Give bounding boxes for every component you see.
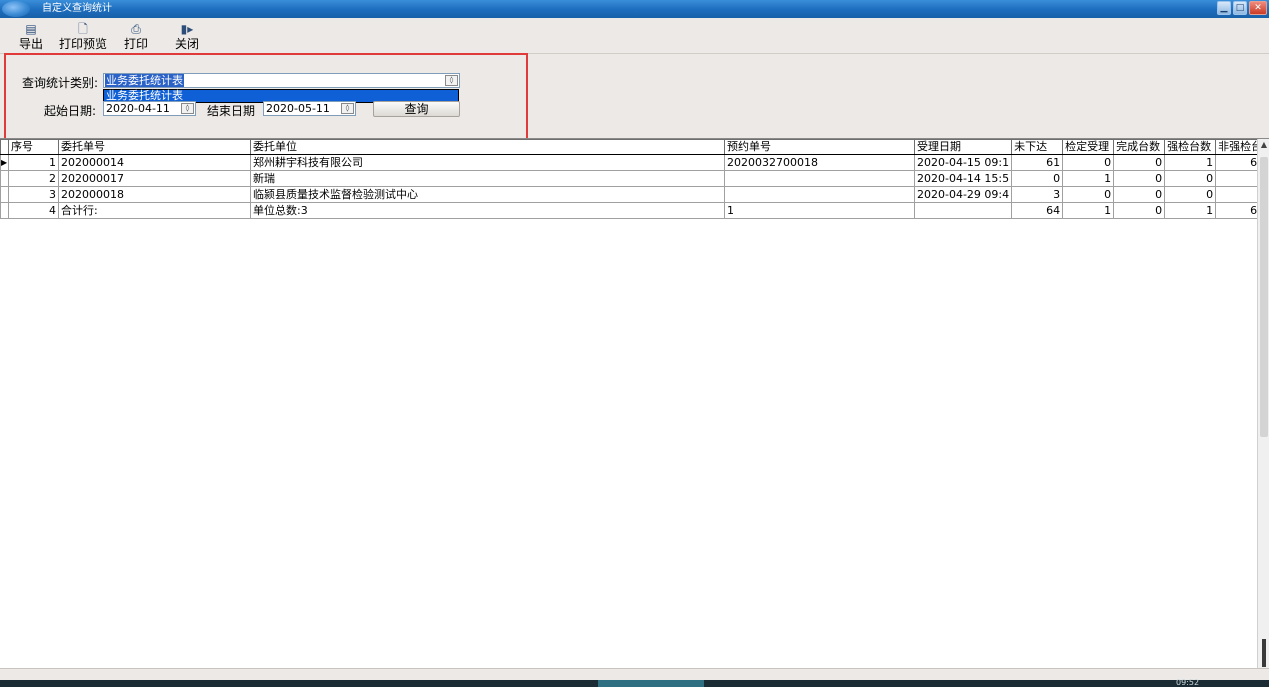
cell-verify-accept[interactable]: 0 [1062,154,1115,171]
start-date-input[interactable]: 2020-04-11 ◊ [103,101,196,116]
cell-mandatory[interactable]: 0 [1164,186,1217,203]
cell-booking-no[interactable] [724,170,915,187]
column-header[interactable]: 检定受理 [1062,139,1115,155]
row-pointer-icon: ▶ [0,154,9,171]
column-header[interactable]: 委托单号 [58,139,251,155]
cell-order-no[interactable]: 202000018 [58,186,251,203]
column-header[interactable]: 未下达 [1011,139,1064,155]
row-indicator [0,170,9,187]
table-row[interactable]: 3 202000018 临颍县质量技术监督检验测试中心 2020-04-29 0… [0,186,1268,203]
column-header[interactable]: 委托单位 [250,139,725,155]
status-bar [0,668,1269,680]
dropdown-arrow-icon[interactable]: ◊ [445,75,458,86]
cell-completed[interactable]: 0 [1113,170,1166,187]
cell-index[interactable]: 4 [8,202,59,219]
cell-verify-accept[interactable]: 1 [1062,202,1115,219]
cell-order-no[interactable]: 202000014 [58,154,251,171]
cell-pending[interactable]: 3 [1011,186,1064,203]
resize-grip-icon[interactable] [1262,639,1266,667]
cell-index[interactable]: 3 [8,186,59,203]
category-select[interactable]: 业务委托统计表 ◊ [103,73,460,88]
exit-door-icon: ▮▸ [180,22,194,36]
toolbar: ▤ 导出 🗋 打印预览 ⎙ 打印 ▮▸ 关闭 [0,18,1269,54]
cell-client[interactable]: 新瑞 [250,170,725,187]
cell-booking-no[interactable] [724,186,915,203]
print-preview-icon: 🗋 [78,22,88,36]
print-button[interactable]: ⎙ 打印 [122,22,150,51]
export-icon: ▤ [25,22,37,36]
category-selected-value: 业务委托统计表 [105,74,184,87]
cell-mandatory[interactable]: 1 [1164,154,1217,171]
table-row[interactable]: ▶ 1 202000014 郑州耕宇科技有限公司 2020032700018 2… [0,154,1268,171]
cell-pending[interactable]: 64 [1011,202,1064,219]
cell-pending[interactable]: 61 [1011,154,1064,171]
close-button[interactable]: ▮▸ 关闭 [173,22,201,51]
export-button[interactable]: ▤ 导出 [18,22,44,51]
cell-accept-date[interactable]: 2020-04-15 09:1 [913,154,1013,171]
window-title: 自定义查询统计 [42,3,112,14]
close-window-button[interactable]: ✕ [1249,1,1267,15]
data-grid: 序号 委托单号 委托单位 预约单号 受理日期 未下达 检定受理 完成台数 强检台… [0,138,1269,669]
end-date-input[interactable]: 2020-05-11 ◊ [263,101,356,116]
cell-completed[interactable]: 0 [1113,186,1166,203]
query-button[interactable]: 查询 [373,101,460,117]
end-date-value: 2020-05-11 [266,102,330,115]
column-header[interactable]: 预约单号 [724,139,915,155]
cell-client[interactable]: 单位总数:3 [250,202,725,219]
printer-icon: ⎙ [131,22,141,36]
cell-accept-date[interactable] [913,202,1013,219]
row-indicator [0,186,9,203]
cell-client[interactable]: 临颍县质量技术监督检验测试中心 [250,186,725,203]
row-indicator [0,202,9,219]
cell-order-no[interactable]: 202000017 [58,170,251,187]
export-label: 导出 [18,37,43,51]
minimize-button[interactable]: ▁ [1217,1,1231,15]
taskbar-clock: 09:52 [1176,678,1200,687]
end-date-spin-icon[interactable]: ◊ [341,103,354,114]
column-header[interactable]: 强检台数 [1164,139,1217,155]
print-preview-button[interactable]: 🗋 打印预览 [58,22,108,51]
print-preview-label: 打印预览 [58,37,107,51]
taskbar: 09:52 [0,678,1269,687]
print-label: 打印 [123,37,148,51]
column-header[interactable]: 完成台数 [1113,139,1166,155]
cell-booking-no[interactable]: 2020032700018 [724,154,915,171]
row-indicator-header [0,139,9,155]
column-header[interactable]: 受理日期 [913,139,1013,155]
table-header-row: 序号 委托单号 委托单位 预约单号 受理日期 未下达 检定受理 完成台数 强检台… [0,139,1268,155]
cell-index[interactable]: 1 [8,154,59,171]
window-controls: ▁ □ ✕ [1217,1,1267,15]
results-table: 序号 委托单号 委托单位 预约单号 受理日期 未下达 检定受理 完成台数 强检台… [0,139,1268,219]
cell-accept-date[interactable]: 2020-04-29 09:4 [913,186,1013,203]
cell-completed[interactable]: 0 [1113,154,1166,171]
cell-pending[interactable]: 0 [1011,170,1064,187]
start-date-value: 2020-04-11 [106,102,170,115]
taskbar-active-app[interactable] [598,680,704,687]
app-orb-icon [2,1,30,17]
scroll-up-icon[interactable]: ▲ [1259,140,1269,150]
start-date-label: 起始日期: [44,104,97,118]
cell-mandatory[interactable]: 1 [1164,202,1217,219]
vertical-scrollbar[interactable]: ▲ [1257,139,1269,669]
column-header[interactable]: 序号 [8,139,59,155]
cell-booking-no[interactable]: 1 [724,202,915,219]
cell-order-no[interactable]: 合计行: [58,202,251,219]
category-label: 查询统计类别: [22,76,99,90]
end-date-label: 结束日期 [207,104,256,118]
cell-client[interactable]: 郑州耕宇科技有限公司 [250,154,725,171]
table-row[interactable]: 2 202000017 新瑞 2020-04-14 15:5 0 1 0 0 1 [0,170,1268,187]
table-row[interactable]: 4 合计行: 单位总数:3 1 64 1 0 1 64 [0,202,1268,219]
cell-accept-date[interactable]: 2020-04-14 15:5 [913,170,1013,187]
start-date-spin-icon[interactable]: ◊ [181,103,194,114]
cell-completed[interactable]: 0 [1113,202,1166,219]
cell-verify-accept[interactable]: 0 [1062,186,1115,203]
cell-mandatory[interactable]: 0 [1164,170,1217,187]
maximize-button[interactable]: □ [1233,1,1247,15]
title-bar: 自定义查询统计 ▁ □ ✕ [0,0,1269,18]
scroll-thumb[interactable] [1260,157,1268,437]
close-label: 关闭 [174,37,199,51]
cell-verify-accept[interactable]: 1 [1062,170,1115,187]
cell-index[interactable]: 2 [8,170,59,187]
